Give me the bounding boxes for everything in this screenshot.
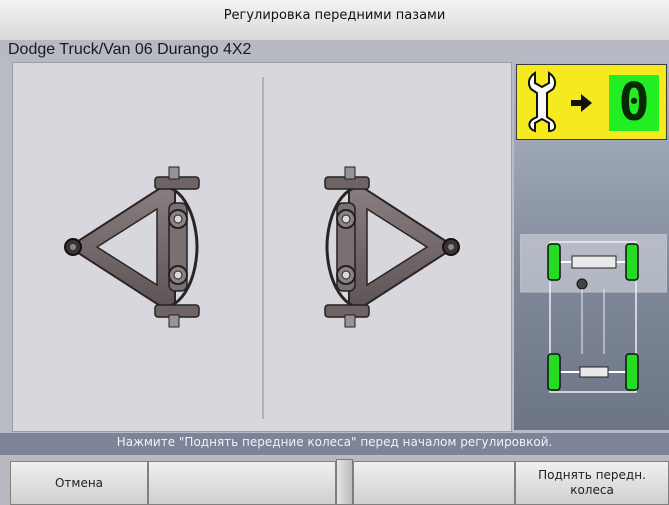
- suspension-view: [12, 62, 512, 432]
- function-key-3-button[interactable]: [353, 461, 515, 505]
- cancel-button-label: Отмена: [54, 475, 104, 490]
- vehicle-name: Dodge Truck/Van 06 Durango 4X2: [8, 41, 252, 58]
- rear-right-wheel-icon: [625, 353, 639, 391]
- vehicle-header: Dodge Truck/Van 06 Durango 4X2: [0, 40, 669, 62]
- raise-front-wheels-label: Поднять передн. колеса: [538, 468, 646, 497]
- left-control-arm-image: [64, 166, 200, 328]
- cancel-button[interactable]: Отмена: [10, 461, 148, 505]
- side-panel: 0: [514, 62, 669, 430]
- function-key-2-button[interactable]: [148, 461, 336, 505]
- instruction-text: Нажмите "Поднять передние колеса" перед …: [116, 435, 553, 449]
- right-control-arm-image: [324, 166, 460, 328]
- instruction-bar: Нажмите "Поднять передние колеса" перед …: [0, 433, 669, 455]
- front-right-wheel-icon: [625, 243, 639, 281]
- shim-counter: 0: [516, 64, 667, 140]
- rear-left-wheel-icon: [547, 353, 561, 391]
- vehicle-top-view-diagram: [520, 234, 667, 393]
- shim-counter-value: 0: [609, 75, 659, 131]
- function-key-bar: Отмена Поднять передн. колеса: [0, 457, 669, 505]
- window-title: Регулировка передними пазами: [223, 8, 446, 23]
- title-bar: Регулировка передними пазами: [0, 0, 669, 41]
- center-divider: [262, 77, 264, 419]
- raise-front-wheels-button[interactable]: Поднять передн. колеса: [515, 461, 669, 505]
- toolbar-scroll-handle[interactable]: [336, 459, 353, 505]
- arrow-right-icon: [571, 94, 592, 112]
- wrench-icon: [527, 71, 557, 133]
- front-left-wheel-icon: [547, 243, 561, 281]
